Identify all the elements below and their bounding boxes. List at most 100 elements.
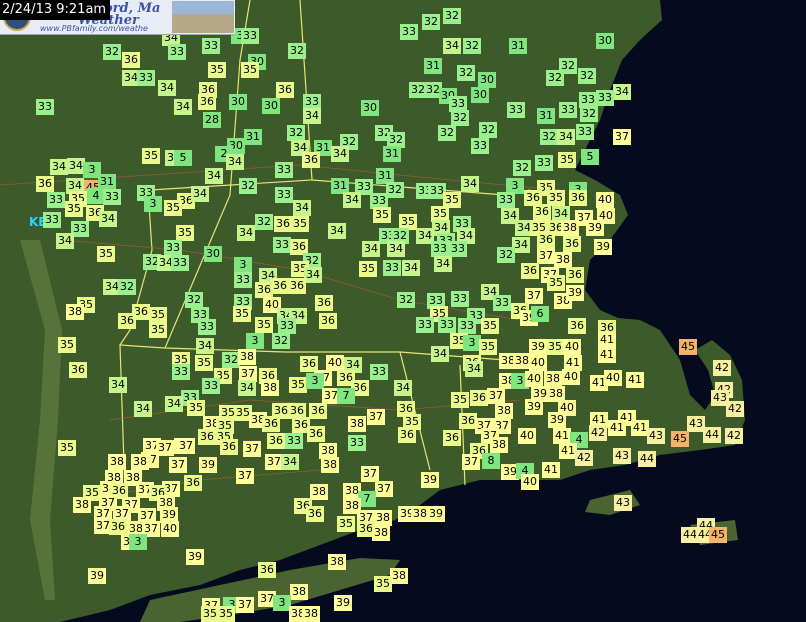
station-reading: 36 bbox=[315, 295, 333, 311]
station-reading: 5 bbox=[581, 149, 599, 165]
station-reading: 35 bbox=[374, 576, 392, 592]
station-reading: 43 bbox=[613, 448, 631, 464]
station-reading: 41 bbox=[553, 428, 571, 444]
banner-url[interactable]: www.PBfamily.com/weathe bbox=[40, 24, 148, 33]
station-reading: 33 bbox=[449, 241, 467, 257]
station-reading: 30 bbox=[471, 87, 489, 103]
station-reading: 37 bbox=[243, 441, 261, 457]
station-reading: 39 bbox=[525, 399, 543, 415]
station-reading: 3 bbox=[144, 196, 162, 212]
station-reading: 37 bbox=[236, 597, 254, 613]
station-reading: 36 bbox=[118, 313, 136, 329]
station-reading: 35 bbox=[241, 62, 259, 78]
station-reading: 32 bbox=[497, 247, 515, 263]
station-reading: 44 bbox=[638, 451, 656, 467]
station-reading: 33 bbox=[576, 124, 594, 140]
station-reading: 30 bbox=[478, 72, 496, 88]
station-reading: 34 bbox=[431, 346, 449, 362]
station-reading: 37 bbox=[177, 438, 195, 454]
station-reading: 32 bbox=[386, 182, 404, 198]
station-reading: 33 bbox=[493, 295, 511, 311]
station-reading: 35 bbox=[558, 152, 576, 168]
station-reading: 38 bbox=[310, 484, 328, 500]
station-reading: 32 bbox=[397, 292, 415, 308]
station-reading: 35 bbox=[97, 246, 115, 262]
station-reading: 30 bbox=[229, 94, 247, 110]
station-reading: 34 bbox=[196, 338, 214, 354]
station-reading: 39 bbox=[199, 457, 217, 473]
station-reading: 5 bbox=[174, 150, 192, 166]
station-reading: 34 bbox=[343, 192, 361, 208]
station-reading: 36 bbox=[569, 190, 587, 206]
station-reading: 38 bbox=[238, 349, 256, 365]
station-reading: 3 bbox=[306, 373, 324, 389]
station-reading: 32 bbox=[118, 279, 136, 295]
station-reading: 32 bbox=[255, 214, 273, 230]
station-reading: 35 bbox=[233, 306, 251, 322]
station-reading: 34 bbox=[134, 401, 152, 417]
station-reading: 33 bbox=[168, 44, 186, 60]
station-reading: 35 bbox=[217, 606, 235, 622]
station-reading: 33 bbox=[285, 433, 303, 449]
station-reading: 28 bbox=[203, 112, 221, 128]
station-reading: 32 bbox=[479, 122, 497, 138]
station-reading: 34 bbox=[237, 225, 255, 241]
station-reading: 42 bbox=[589, 425, 607, 441]
station-reading: 33 bbox=[241, 28, 259, 44]
station-reading: 37 bbox=[525, 288, 543, 304]
station-reading: 40 bbox=[521, 474, 539, 490]
station-reading: 36 bbox=[307, 426, 325, 442]
station-reading: 30 bbox=[596, 33, 614, 49]
station-reading: 33 bbox=[370, 364, 388, 380]
station-reading: 38 bbox=[328, 554, 346, 570]
station-reading: 38 bbox=[374, 510, 392, 526]
station-reading: 32 bbox=[438, 125, 456, 141]
station-reading: 36 bbox=[443, 430, 461, 446]
station-reading: 38 bbox=[290, 584, 308, 600]
station-reading: 39 bbox=[427, 506, 445, 522]
station-reading: 3 bbox=[246, 333, 264, 349]
station-reading: 34 bbox=[394, 380, 412, 396]
station-reading: 33 bbox=[198, 319, 216, 335]
station-reading: 39 bbox=[186, 549, 204, 565]
station-reading: 38 bbox=[495, 403, 513, 419]
station-reading: 40 bbox=[596, 192, 614, 208]
station-reading: 36 bbox=[566, 267, 584, 283]
station-reading: 3 bbox=[129, 534, 147, 550]
station-reading: 33 bbox=[535, 155, 553, 171]
station-reading: 34 bbox=[165, 396, 183, 412]
station-reading: 35 bbox=[546, 339, 564, 355]
station-reading: 34 bbox=[557, 129, 575, 145]
station-reading: 33 bbox=[202, 38, 220, 54]
station-reading: 3 bbox=[234, 257, 252, 273]
station-reading: 36 bbox=[69, 362, 87, 378]
station-reading: 33 bbox=[438, 317, 456, 333]
station-reading: 35 bbox=[164, 200, 182, 216]
station-reading: 40 bbox=[525, 371, 543, 387]
station-reading: 38 bbox=[73, 497, 91, 513]
station-reading: 34 bbox=[158, 80, 176, 96]
station-reading: 42 bbox=[726, 401, 744, 417]
station-reading: 36 bbox=[533, 204, 551, 220]
station-reading: 37 bbox=[156, 440, 174, 456]
station-reading: 35 bbox=[451, 392, 469, 408]
station-reading: 32 bbox=[546, 70, 564, 86]
station-reading: 38 bbox=[554, 252, 572, 268]
station-reading: 40 bbox=[326, 355, 344, 371]
station-reading: 34 bbox=[328, 223, 346, 239]
station-reading: 43 bbox=[614, 495, 632, 511]
station-reading: 35 bbox=[149, 322, 167, 338]
station-reading: 33 bbox=[103, 189, 121, 205]
station-reading: 30 bbox=[204, 246, 222, 262]
station-reading: 36 bbox=[276, 82, 294, 98]
station-reading: 38 bbox=[390, 568, 408, 584]
station-reading: 37 bbox=[613, 129, 631, 145]
station-reading: 39 bbox=[421, 472, 439, 488]
station-reading: 36 bbox=[568, 318, 586, 334]
station-reading: 42 bbox=[725, 428, 743, 444]
station-reading: 32 bbox=[239, 178, 257, 194]
station-reading: 38 bbox=[544, 371, 562, 387]
station-reading: 36 bbox=[258, 562, 276, 578]
station-reading: 43 bbox=[647, 428, 665, 444]
station-reading: 35 bbox=[208, 62, 226, 78]
